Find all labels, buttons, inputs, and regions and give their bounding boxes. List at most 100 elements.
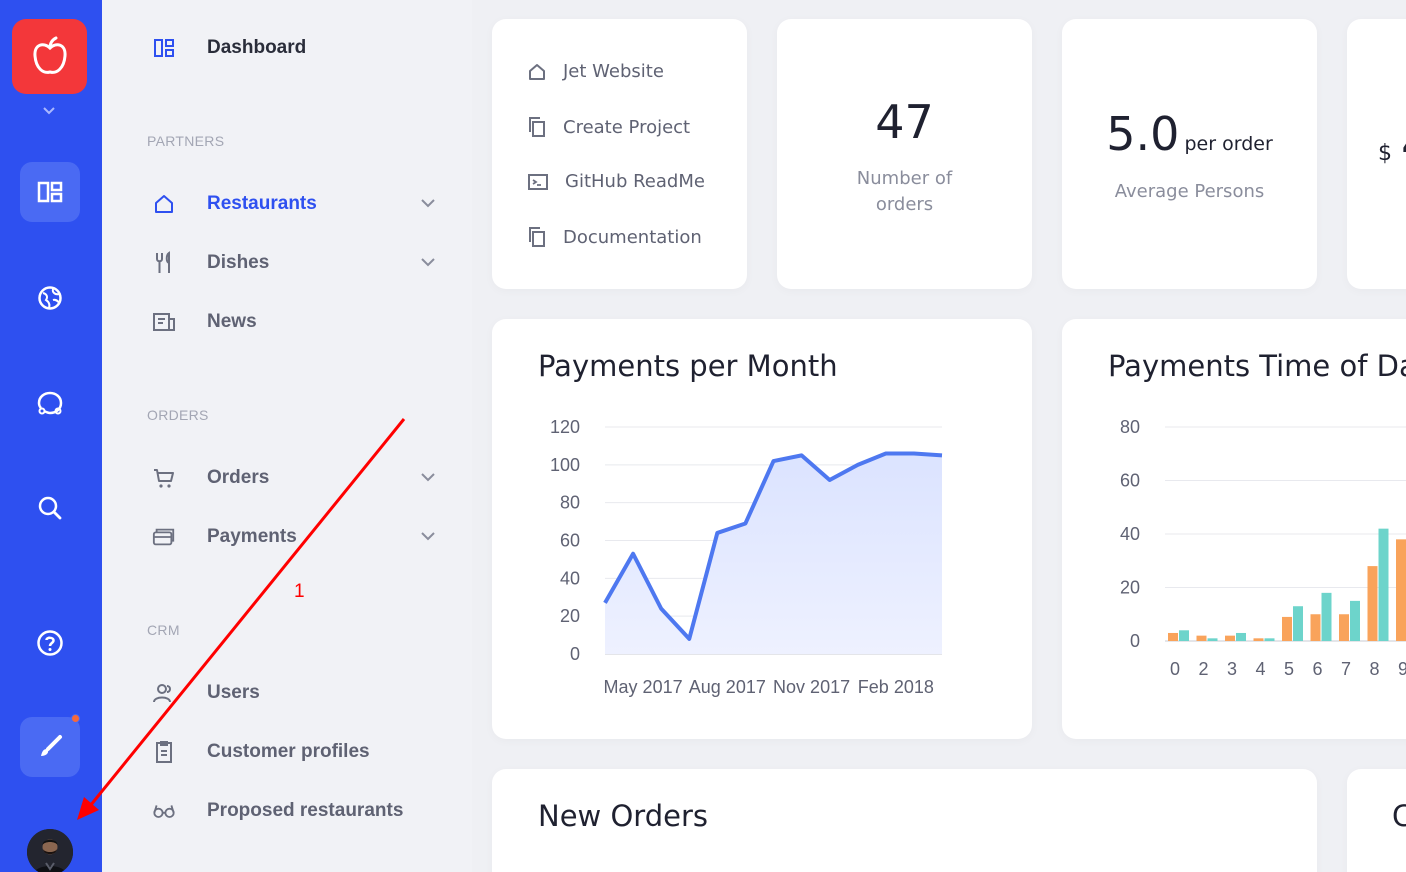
brush-icon [41, 735, 62, 756]
profile-document-icon [152, 740, 176, 764]
stat-card-persons: 5.0 per order Average Persons [1062, 19, 1317, 289]
cart-icon [152, 466, 176, 490]
stat-label: Average Persons [1114, 181, 1265, 202]
chevron-down-icon[interactable] [420, 256, 436, 268]
avatar[interactable] [27, 829, 73, 872]
y-tick-label: 100 [550, 455, 580, 475]
menu-item-users[interactable]: Users [152, 678, 452, 708]
stat-suffix: per order [1184, 133, 1273, 155]
x-tick-label: 4 [1255, 659, 1265, 679]
x-tick-label: 8 [1369, 659, 1379, 679]
chevron-down-icon[interactable] [40, 104, 58, 118]
y-tick-label: 20 [560, 606, 580, 626]
x-tick-label: 5 [1284, 659, 1294, 679]
menu-item-restaurants[interactable]: Restaurants [152, 189, 452, 219]
x-tick-label: 9 [1398, 659, 1406, 679]
link-create-project[interactable]: Create Project [527, 116, 690, 138]
dashboard-icon [152, 36, 176, 60]
bar [1310, 614, 1321, 641]
stat-prefix: $ [1378, 141, 1392, 166]
y-tick-label: 40 [1120, 524, 1140, 544]
menu-item-orders[interactable]: Orders [152, 463, 452, 493]
y-tick-label: 60 [1120, 471, 1140, 491]
bar [1196, 635, 1207, 641]
terminal-icon [528, 173, 548, 190]
search-icon [38, 496, 62, 520]
globe-icon [38, 286, 62, 310]
bar [1367, 566, 1378, 641]
menu-label: Orders [207, 467, 270, 488]
menu-label: Restaurants [207, 193, 317, 214]
bar [1264, 638, 1275, 641]
payments-time-of-day-card: Payments Time of Day 0 20 40 60 80 0 2 3 4 5 6 7 8 9 [1062, 319, 1406, 739]
card-title: New Orders [538, 799, 708, 833]
menu-label: News [207, 311, 257, 332]
menu-label: Proposed restaurants [207, 800, 404, 821]
icon-rail [0, 0, 102, 872]
rail-help-button[interactable] [20, 613, 80, 673]
apple-icon [32, 36, 67, 74]
new-orders-card: New Orders [492, 769, 1317, 872]
x-tick-label: 6 [1312, 659, 1322, 679]
menu-label: Dishes [207, 252, 270, 273]
section-heading-orders: ORDERS [147, 407, 209, 423]
chevron-down-icon[interactable] [420, 197, 436, 209]
rail-chat-button[interactable] [20, 373, 80, 433]
stat-label-line: orders [875, 194, 934, 215]
stat-value: 47 [875, 95, 934, 149]
cutlery-icon [152, 251, 176, 275]
stat-value-row: 5.0 per order [1062, 107, 1317, 161]
payments-line-chart: 0 20 40 60 80 100 120 May 2017 Aug 2017 Nov 2017 F… [550, 417, 943, 697]
x-tick-label: Aug 2017 [689, 677, 766, 697]
home-icon [152, 192, 176, 216]
bar [1378, 528, 1389, 641]
link-jet-website[interactable]: Jet Website [527, 61, 664, 82]
partial-card: C [1347, 769, 1406, 872]
menu-label: Users [207, 682, 260, 703]
payments-bar-chart: 0204060800 2 3 4 5 6 7 8 9 [1120, 417, 1406, 679]
x-tick-label: Nov 2017 [773, 677, 850, 697]
y-tick-label: 80 [560, 493, 580, 513]
rail-globe-button[interactable] [20, 268, 80, 328]
link-label: Create Project [563, 116, 691, 138]
bar [1339, 614, 1349, 641]
copy-icon [529, 227, 545, 247]
menu-item-proposed-restaurants[interactable]: Proposed restaurants [152, 796, 452, 826]
y-tick-label: 20 [1120, 578, 1140, 598]
rail-dashboard-button[interactable] [20, 162, 80, 222]
link-label: Documentation [563, 226, 702, 248]
bar [1225, 635, 1235, 641]
y-tick-label: 40 [560, 568, 580, 588]
bar [1293, 606, 1303, 641]
copy-icon [529, 117, 545, 137]
menu-item-customer-profiles[interactable]: Customer profiles [152, 737, 452, 767]
x-tick-label: Feb 2018 [858, 677, 934, 697]
rail-theme-button[interactable] [20, 714, 80, 777]
stat-label-line: Number of [856, 168, 953, 189]
chat-icon [37, 391, 63, 415]
help-icon [37, 630, 63, 656]
menu-item-dishes[interactable]: Dishes [152, 248, 452, 278]
x-tick-label: 3 [1227, 659, 1237, 679]
link-github-readme[interactable]: GitHub ReadMe [527, 171, 705, 192]
menu-item-payments[interactable]: Payments [152, 522, 452, 552]
link-documentation[interactable]: Documentation [527, 226, 702, 248]
menu-item-news[interactable]: News [152, 307, 452, 337]
stat-card-revenue: $ 4 [1347, 19, 1406, 289]
quick-links-card: Jet Website Create Project GitHub ReadMe… [492, 19, 747, 289]
chevron-down-icon[interactable] [420, 471, 436, 483]
section-heading-partners: PARTNERS [147, 133, 225, 149]
chevron-down-icon[interactable] [420, 530, 436, 542]
users-icon [152, 681, 176, 705]
home-icon [529, 63, 545, 80]
bar [1321, 592, 1332, 641]
bar [1396, 539, 1406, 641]
series-area [605, 453, 942, 654]
app-logo[interactable] [12, 19, 87, 94]
notification-dot [71, 714, 80, 723]
section-heading-crm: CRM [147, 622, 180, 638]
stat-value: 5.0 [1106, 107, 1180, 161]
y-tick-label: 0 [1130, 631, 1140, 651]
menu-item-dashboard[interactable]: Dashboard [152, 33, 452, 63]
rail-search-button[interactable] [20, 478, 80, 538]
